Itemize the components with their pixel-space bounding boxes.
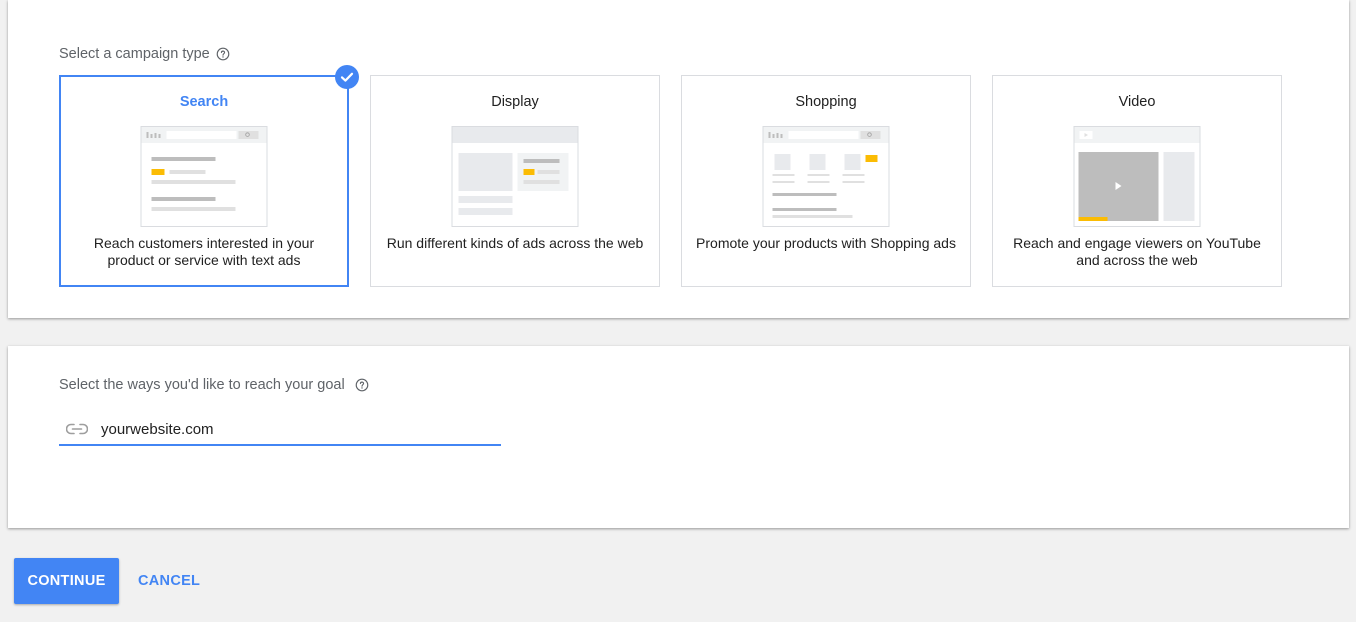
search-ad-illustration — [140, 126, 268, 227]
cancel-button[interactable]: CANCEL — [128, 558, 210, 604]
campaign-card-display[interactable]: Display Run different kinds of ads acros… — [370, 75, 660, 287]
card-title: Shopping — [795, 94, 857, 110]
card-title: Video — [1118, 94, 1156, 110]
website-url-field[interactable] — [59, 414, 501, 446]
card-description: Reach customers interested in your produ… — [93, 235, 315, 268]
campaign-card-search[interactable]: Search Reach customers interested in you… — [59, 65, 359, 287]
reach-goal-title: Select the ways you'd like to reach your… — [59, 377, 345, 393]
card-description: Run different kinds of ads across the we… — [386, 235, 644, 251]
campaign-type-panel: Select a campaign type Search Reach cust… — [8, 0, 1349, 318]
campaign-card-shopping[interactable]: Shopping Promote your products with Shop… — [681, 75, 971, 287]
campaign-type-heading: Select a campaign type — [59, 46, 230, 62]
card-description: Reach and engage viewers on YouTube and … — [1013, 235, 1261, 268]
card-title: Display — [491, 94, 539, 110]
card-title: Search — [179, 94, 229, 110]
continue-button[interactable]: CONTINUE — [14, 558, 119, 604]
help-icon[interactable] — [216, 47, 230, 61]
campaign-type-cards: Search Reach customers interested in you… — [59, 65, 1282, 287]
campaign-card-video[interactable]: Video Reach and engage viewers on YouTub… — [992, 75, 1282, 287]
reach-goal-panel: Select the ways you'd like to reach your… — [8, 346, 1349, 528]
card-description: Promote your products with Shopping ads — [696, 235, 956, 251]
campaign-type-title: Select a campaign type — [59, 46, 210, 62]
video-ad-illustration — [1073, 126, 1201, 227]
help-icon[interactable] — [355, 378, 369, 392]
selected-check-icon — [335, 65, 359, 89]
website-url-input[interactable] — [101, 420, 481, 438]
display-ad-illustration — [451, 126, 579, 227]
shopping-ad-illustration — [762, 126, 890, 227]
link-icon — [66, 423, 88, 435]
reach-goal-heading: Select the ways you'd like to reach your… — [59, 377, 369, 393]
